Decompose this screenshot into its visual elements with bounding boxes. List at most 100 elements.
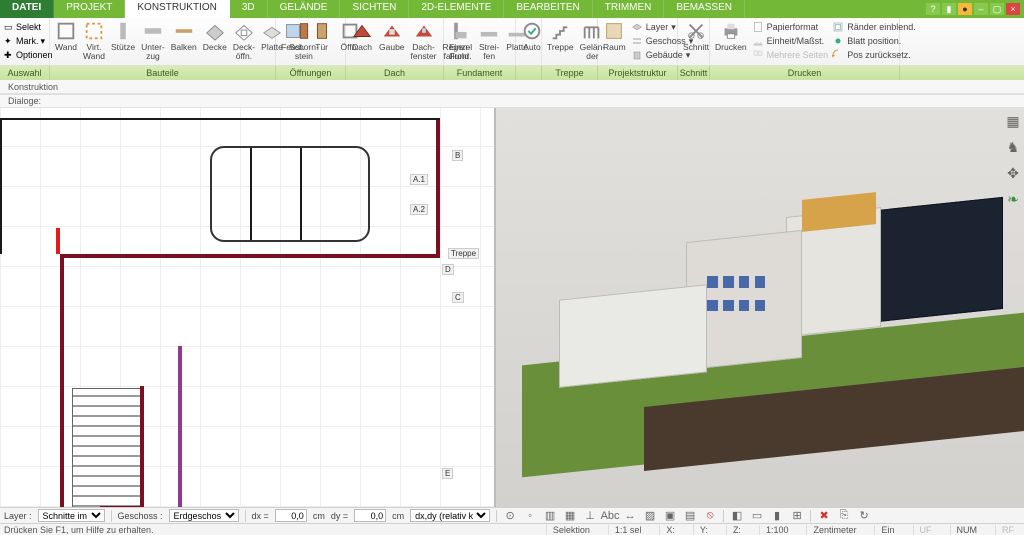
btn-schnitt[interactable]: Schnitt: [682, 20, 710, 52]
layer-icon[interactable]: ▤: [683, 509, 697, 523]
btn-balken[interactable]: Balken: [170, 20, 198, 52]
view-3d-icon[interactable]: ▮: [770, 509, 784, 523]
tab-datei[interactable]: DATEI: [0, 0, 54, 18]
status-unit: Zentimeter: [806, 525, 862, 535]
btn-tuer[interactable]: Tür: [310, 20, 334, 52]
bottom-toolbar: Layer : Schnitte im Geschoss : Erdgescho…: [0, 507, 1024, 523]
ribbon: ▭Selekt ✦Mark.▾ ✚Optionen Wand Virt. Wan…: [0, 18, 1024, 66]
ribbon-group-labels: Auswahl Bauteile Öffnungen Dach Fundamen…: [0, 66, 1024, 80]
delete-icon[interactable]: ✖: [817, 509, 831, 523]
status-num: NUM: [950, 525, 984, 535]
flag-de-icon[interactable]: ▮: [942, 3, 956, 15]
dy-unit: cm: [392, 511, 404, 521]
snap-perp-icon[interactable]: ⊥: [583, 509, 597, 523]
panel-drucken: Drucken Papierformat Einheit/Maßst. Mehr…: [710, 18, 900, 65]
help-icon[interactable]: ?: [926, 3, 940, 15]
tab-projekt[interactable]: PROJEKT: [54, 0, 125, 18]
snap-ortho-icon[interactable]: ▥: [543, 509, 557, 523]
max-icon[interactable]: ▢: [990, 3, 1004, 15]
btn-streifen[interactable]: Strei- fen: [477, 20, 501, 61]
view-iso-icon[interactable]: ◧: [730, 509, 744, 523]
status-ein: Ein: [874, 525, 900, 535]
dimension-icon[interactable]: ↔: [623, 509, 637, 523]
status-selektion: Selektion: [546, 525, 596, 535]
subbar-dialoge-label: Dialoge:: [4, 96, 45, 106]
view-2d[interactable]: A.1 A.2 B C Treppe D E: [0, 108, 496, 507]
snap-grid-icon[interactable]: ▦: [563, 509, 577, 523]
btn-posreset[interactable]: Pos zurücksetz.: [832, 48, 916, 62]
view-plan-icon[interactable]: ▭: [750, 509, 764, 523]
furniture-icon[interactable]: ♞: [1004, 138, 1022, 156]
refresh-icon[interactable]: ↻: [857, 509, 871, 523]
panel-schnitt: Schnitt: [678, 18, 710, 65]
btn-fenster[interactable]: Fenst.: [280, 20, 306, 52]
tab-sichten[interactable]: SICHTEN: [340, 0, 409, 18]
grp-drucken: Drucken: [710, 66, 900, 80]
btn-treppe[interactable]: Treppe: [546, 20, 575, 52]
btn-deckoeffn[interactable]: Deck- öffn.: [232, 20, 256, 61]
btn-gaube[interactable]: Gaube: [378, 20, 406, 52]
layer-select[interactable]: Schnitte im: [38, 509, 105, 522]
status-bar: Drücken Sie F1, um Hilfe zu erhalten. Se…: [0, 523, 1024, 535]
view-3d[interactable]: ▦ ♞ ✥ ❧: [496, 108, 1024, 507]
btn-dach[interactable]: Dach: [350, 20, 374, 52]
dx-input[interactable]: [275, 509, 307, 522]
view-grid-icon[interactable]: ⊞: [790, 509, 804, 523]
dx-label: dx =: [252, 511, 269, 521]
btn-blattpos[interactable]: Blatt position.: [832, 34, 916, 48]
notify-icon[interactable]: ●: [958, 3, 972, 15]
grp-oeffnungen: Öffnungen: [276, 66, 346, 80]
status-x: X:: [659, 525, 681, 535]
geschoss-label: Geschoss :: [118, 511, 163, 521]
tab-3d[interactable]: 3D: [230, 0, 268, 18]
btn-raender[interactable]: Ränder einblend.: [832, 20, 916, 34]
coord-mode-select[interactable]: dx,dy (relativ ka: [410, 509, 490, 522]
window-controls: ? ▮ ● – ▢ ×: [926, 0, 1024, 18]
btn-drucken[interactable]: Drucken: [714, 20, 748, 52]
dy-input[interactable]: [354, 509, 386, 522]
btn-auto[interactable]: Auto: [520, 20, 544, 52]
btn-einheit[interactable]: Einheit/Maßst.: [752, 34, 829, 48]
tab-bearbeiten[interactable]: BEARBEITEN: [504, 0, 592, 18]
btn-virtwand[interactable]: Virt. Wand: [82, 20, 106, 61]
tag-c: C: [452, 292, 464, 303]
cancel-icon[interactable]: ⦸: [703, 509, 717, 523]
tab-bemassen[interactable]: BEMASSEN: [664, 0, 745, 18]
btn-unterzug[interactable]: Unter- zug: [140, 20, 166, 61]
dx-unit: cm: [313, 511, 325, 521]
tab-2delemente[interactable]: 2D-ELEMENTE: [409, 0, 504, 18]
geschoss-select[interactable]: Erdgeschos: [169, 509, 239, 522]
btn-einzelfund[interactable]: Einzel Fund.: [448, 20, 473, 61]
snap-endpoint-icon[interactable]: ⊙: [503, 509, 517, 523]
group-icon[interactable]: ▣: [663, 509, 677, 523]
btn-dachfenster[interactable]: Dach- fenster: [410, 20, 438, 61]
btn-papierformat[interactable]: Papierformat: [752, 20, 829, 34]
min-icon[interactable]: –: [974, 3, 988, 15]
btn-wand[interactable]: Wand: [54, 20, 78, 52]
tab-konstruktion[interactable]: KONSTRUKTION: [125, 0, 229, 18]
tab-gelaende[interactable]: GELÄNDE: [268, 0, 341, 18]
grp-auswahl: Auswahl: [0, 66, 50, 80]
btn-decke[interactable]: Decke: [202, 20, 228, 52]
copy-icon[interactable]: ⎘: [837, 509, 851, 523]
snap-mid-icon[interactable]: ◦: [523, 509, 537, 523]
close-icon[interactable]: ×: [1006, 3, 1020, 15]
layer-label: Layer :: [4, 511, 32, 521]
hatch-icon[interactable]: ▨: [643, 509, 657, 523]
btn-selekt[interactable]: ▭Selekt: [4, 20, 41, 34]
status-uf: UF: [913, 525, 938, 535]
tree-icon[interactable]: ❧: [1004, 190, 1022, 208]
btn-raum[interactable]: Raum: [602, 20, 627, 52]
btn-mark[interactable]: ✦Mark.▾: [4, 34, 45, 48]
text-icon[interactable]: Abc: [603, 509, 617, 523]
orbit-icon[interactable]: ✥: [1004, 164, 1022, 182]
layers-icon[interactable]: ▦: [1004, 112, 1022, 130]
tag-e: E: [442, 468, 453, 479]
status-y: Y:: [693, 525, 714, 535]
btn-optionen[interactable]: ✚Optionen: [4, 48, 53, 62]
panel-auswahl: ▭Selekt ✦Mark.▾ ✚Optionen: [0, 18, 50, 65]
grp-auto: [516, 66, 542, 80]
view3d-tool-column: ▦ ♞ ✥ ❧: [1004, 112, 1022, 208]
tab-trimmen[interactable]: TRIMMEN: [593, 0, 665, 18]
btn-stuetze[interactable]: Stütze: [110, 20, 136, 52]
